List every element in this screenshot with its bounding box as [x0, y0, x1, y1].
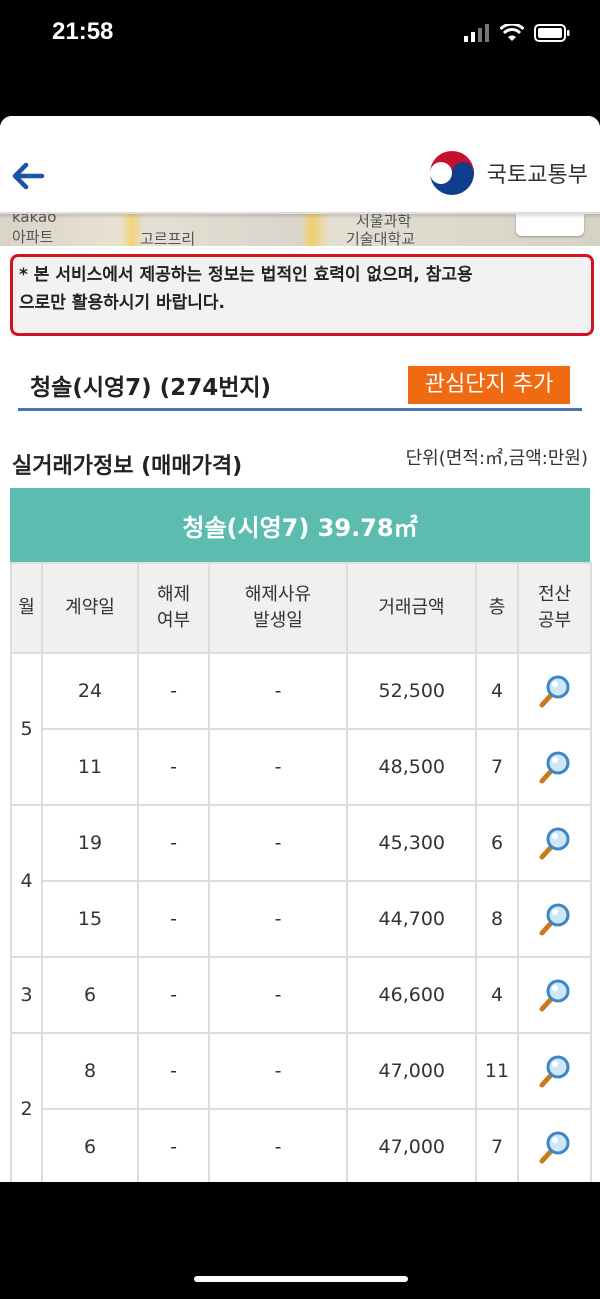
table-row: 4 19- -45,300 6	[10, 804, 592, 958]
price-cell: 48,500	[346, 728, 477, 806]
disclaimer-text: * 본 서비스에서 제공하는 정보는 법적인 효력이 없으며, 참고용 으로만 …	[19, 265, 473, 313]
magnifier-icon[interactable]	[538, 978, 572, 1012]
status-icons	[464, 22, 570, 44]
back-arrow-icon	[12, 162, 45, 190]
month-cell: 4	[10, 804, 43, 958]
section-title: 실거래가정보 (매매가격)	[12, 454, 243, 479]
month-cell: 2	[10, 1032, 43, 1182]
registry-cell	[517, 652, 592, 730]
column-header: 계약일	[41, 562, 139, 654]
title-divider	[18, 408, 582, 411]
contract-day-cell: 8	[41, 1032, 139, 1110]
wifi-icon	[500, 24, 524, 41]
map-label: kakao	[12, 214, 57, 226]
column-header: 해제사유 발생일	[208, 562, 348, 654]
column-header: 층	[475, 562, 519, 654]
contract-day-cell: 19	[41, 804, 139, 882]
registry-cell	[517, 1108, 592, 1182]
column-header: 해제 여부	[137, 562, 210, 654]
transaction-table: 월 계약일 해제 여부 해제사유 발생일 거래금액 층 전산 공부 5 24- -5…	[10, 562, 592, 1182]
cancel-status-cell: -	[137, 880, 210, 958]
magnifier-icon[interactable]	[538, 826, 572, 860]
status-bar: 21:58	[0, 0, 600, 70]
price-cell: 47,000	[346, 1032, 477, 1110]
floor-cell: 4	[475, 956, 519, 1034]
registry-cell	[517, 956, 592, 1034]
unit-type-header: 청솔(시영7) 39.78㎡	[10, 488, 590, 562]
government-emblem-icon	[427, 149, 476, 197]
battery-icon	[534, 24, 570, 42]
cancel-date-cell: -	[208, 1108, 348, 1182]
price-cell: 47,000	[346, 1108, 477, 1182]
table-row: 2 8- -47,000 11	[10, 1032, 592, 1182]
back-button[interactable]	[8, 156, 48, 196]
table-row: 11- -48,500 7	[11, 728, 592, 806]
map-label: 고르프리	[140, 230, 196, 246]
cancel-status-cell: -	[137, 1108, 210, 1182]
cancel-date-cell: -	[208, 728, 348, 806]
contract-day-cell: 6	[41, 1108, 139, 1182]
floor-cell: 6	[475, 804, 519, 882]
table-row: 3 6- -46,600 4	[10, 956, 592, 1034]
cancel-status-cell: -	[137, 728, 210, 806]
price-cell: 45,300	[346, 804, 477, 882]
column-header: 전산 공부	[517, 562, 592, 654]
magnifier-icon[interactable]	[538, 1130, 572, 1164]
table-body: 5 24- -52,500 4 11- -48,500 7 4 19- -45,300 6 15- -4…	[10, 652, 592, 1182]
table-row: 15- -44,700 8	[11, 880, 592, 958]
cancel-date-cell: -	[208, 1032, 348, 1110]
magnifier-icon[interactable]	[538, 902, 572, 936]
disclaimer-notice: * 본 서비스에서 제공하는 정보는 법적인 효력이 없으며, 참고용 으로만 …	[10, 254, 594, 336]
month-cell: 3	[10, 956, 43, 1034]
contract-day-cell: 15	[41, 880, 139, 958]
floor-cell: 7	[475, 728, 519, 806]
magnifier-icon[interactable]	[538, 750, 572, 784]
ministry-logo: 국토교통부	[427, 148, 588, 198]
page-sheet: 국토교통부 kakao 아파트 고르프리 서울과학 기술대학교 * 본 서비스에…	[0, 116, 600, 1182]
unit-note: 단위(면적:㎡,금액:만원)	[405, 448, 588, 469]
map-control-button[interactable]	[516, 214, 584, 236]
magnifier-icon[interactable]	[538, 674, 572, 708]
column-header: 거래금액	[346, 562, 477, 654]
cancel-date-cell: -	[208, 652, 348, 730]
org-name: 국토교통부	[486, 162, 588, 187]
registry-cell	[517, 728, 592, 806]
apartment-title: 청솔(시영7) (274번지)	[30, 375, 272, 401]
map-label: 기술대학교	[346, 230, 416, 246]
cancel-status-cell: -	[137, 1032, 210, 1110]
signal-icon	[464, 24, 489, 42]
registry-cell	[517, 1032, 592, 1110]
floor-cell: 4	[475, 652, 519, 730]
registry-cell	[517, 880, 592, 958]
price-cell: 46,600	[346, 956, 477, 1034]
price-cell: 44,700	[346, 880, 477, 958]
cancel-status-cell: -	[137, 804, 210, 882]
table-header-row: 월 계약일 해제 여부 해제사유 발생일 거래금액 층 전산 공부	[10, 562, 592, 654]
registry-cell	[517, 804, 592, 882]
header: 국토교통부	[0, 116, 600, 214]
floor-cell: 11	[475, 1032, 519, 1110]
add-favorite-button[interactable]: 관심단지 추가	[408, 366, 570, 404]
map-view[interactable]: kakao 아파트 고르프리 서울과학 기술대학교	[0, 214, 600, 246]
home-indicator[interactable]	[194, 1276, 408, 1282]
contract-day-cell: 24	[41, 652, 139, 730]
month-cell: 5	[10, 652, 43, 806]
table-row: 5 24- -52,500 4	[10, 652, 592, 806]
floor-cell: 8	[475, 880, 519, 958]
cancel-status-cell: -	[137, 956, 210, 1034]
cancel-date-cell: -	[208, 880, 348, 958]
cancel-status-cell: -	[137, 652, 210, 730]
cancel-date-cell: -	[208, 804, 348, 882]
contract-day-cell: 11	[41, 728, 139, 806]
status-time: 21:58	[52, 18, 114, 45]
floor-cell: 7	[475, 1108, 519, 1182]
table-row: 6- -47,000 7	[11, 1108, 592, 1182]
column-header: 월	[10, 562, 43, 654]
contract-day-cell: 6	[41, 956, 139, 1034]
cancel-date-cell: -	[208, 956, 348, 1034]
magnifier-icon[interactable]	[538, 1054, 572, 1088]
map-label: 아파트	[12, 228, 54, 246]
price-cell: 52,500	[346, 652, 477, 730]
